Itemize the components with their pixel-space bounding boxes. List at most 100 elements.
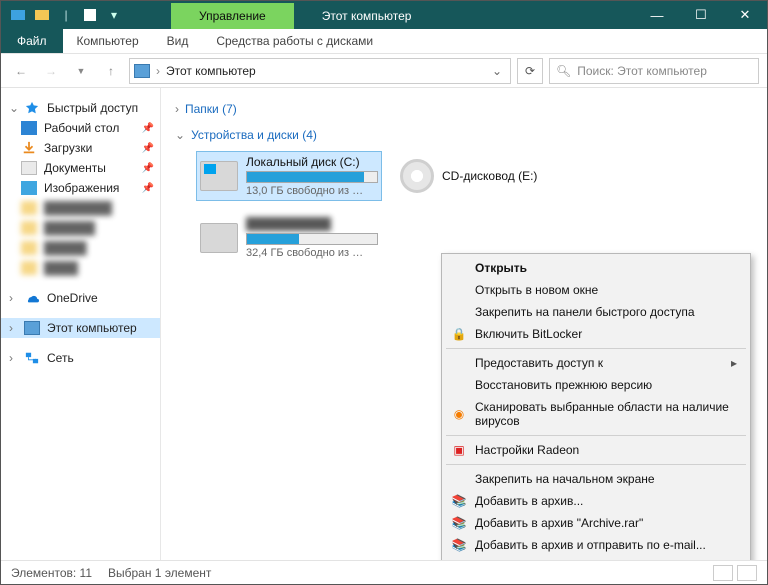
network-icon [24,351,40,365]
pictures-icon [21,181,37,195]
ctx-bitlocker[interactable]: 🔒Включить BitLocker [445,323,747,345]
desktop-icon [21,121,37,135]
address-path: Этот компьютер [166,64,482,78]
nav-this-pc[interactable]: ›Этот компьютер [1,318,160,338]
explorer-window: | ▾ Управление Этот компьютер — ☐ ✕ Файл… [0,0,768,585]
pc-icon [24,321,40,335]
drive-icon [200,161,238,191]
ctx-archive-email[interactable]: 📚Добавить в архив и отправить по e-mail.… [445,534,747,556]
folder-icon [21,241,37,255]
star-icon [24,101,40,115]
winrar-icon: 📚 [451,537,467,553]
pc-icon [134,64,150,78]
nav-onedrive[interactable]: ›OneDrive [1,288,160,308]
nav-up-button[interactable]: ↑ [99,59,123,83]
status-item-count: Элементов: 11 [11,566,92,580]
drive-label: Локальный диск (C:) [246,155,378,169]
folder-icon[interactable] [35,8,49,22]
nav-quick-access[interactable]: ⌄Быстрый доступ [1,98,160,118]
nav-forward-button[interactable]: → [39,59,63,83]
ctx-radeon[interactable]: ▣Настройки Radeon [445,439,747,461]
ribbon-tab-file[interactable]: Файл [1,29,63,53]
context-menu: Открыть Открыть в новом окне Закрепить н… [441,253,751,560]
maximize-button[interactable]: ☐ [679,1,723,29]
ctx-open[interactable]: Открыть [445,257,747,279]
ctx-share[interactable]: Предоставить доступ к▸ [445,352,747,374]
group-folders[interactable]: ›Папки (7) [175,96,753,122]
radeon-icon: ▣ [451,442,467,458]
drives-row: Локальный диск (C:) 13,0 ГБ свободно из … [175,148,753,214]
avast-icon: ◉ [451,406,467,422]
download-icon [21,141,37,155]
ctx-restore[interactable]: Восстановить прежнюю версию [445,374,747,396]
nav-history-dropdown[interactable]: ▼ [69,59,93,83]
nav-downloads[interactable]: Загрузки📌 [1,138,160,158]
ribbon-tab-view[interactable]: Вид [153,29,203,53]
ctx-archive[interactable]: 📚Добавить в архив... [445,490,747,512]
contextual-tab-manage[interactable]: Управление [171,3,294,29]
separator [446,435,746,436]
nav-pictures[interactable]: Изображения📌 [1,178,160,198]
refresh-button[interactable]: ⟳ [517,58,543,84]
drive-label: CD-дисковод (E:) [442,169,578,183]
nav-pinned-folder[interactable]: █████ [1,238,160,258]
folder-icon [21,201,37,215]
separator [446,348,746,349]
content-pane: ›Папки (7) ⌄Устройства и диски (4) Локал… [161,88,767,560]
properties-qat-icon[interactable] [83,8,97,22]
titlebar: | ▾ Управление Этот компьютер — ☐ ✕ [1,1,767,29]
chevron-right-icon: › [156,64,160,78]
ctx-pin-start[interactable]: Закрепить на начальном экране [445,468,747,490]
pin-icon: 📌 [142,163,154,174]
nav-pinned-folder[interactable]: ████████ [1,198,160,218]
chevron-down-icon: ⌄ [175,128,185,142]
group-devices[interactable]: ⌄Устройства и диски (4) [175,122,753,148]
drive-usage-bar [246,171,378,183]
address-bar[interactable]: › Этот компьютер ⌄ [129,58,511,84]
search-placeholder: Поиск: Этот компьютер [577,64,707,78]
pin-icon: 📌 [142,183,154,194]
explorer-icon[interactable] [11,8,25,22]
nav-desktop[interactable]: Рабочий стол📌 [1,118,160,138]
qat-dropdown-icon[interactable]: ▾ [107,8,121,22]
nav-back-button[interactable]: ← [9,59,33,83]
ribbon-tab-disk-tools[interactable]: Средства работы с дисками [202,29,387,53]
search-box[interactable]: 🔍︎ Поиск: Этот компьютер [549,58,759,84]
qat-separator: | [59,8,73,22]
ribbon-tabs: Файл Компьютер Вид Средства работы с дис… [1,29,767,54]
winrar-icon: 📚 [451,515,467,531]
nav-network[interactable]: ›Сеть [1,348,160,368]
drive-c[interactable]: Локальный диск (C:) 13,0 ГБ свободно из … [197,152,381,200]
body: ⌄Быстрый доступ Рабочий стол📌 Загрузки📌 … [1,88,767,560]
minimize-button[interactable]: — [635,1,679,29]
drive-other[interactable]: ██████████ 32,4 ГБ свободно из … [197,214,381,262]
nav-pinned-folder[interactable]: ██████ [1,218,160,238]
bitlocker-icon: 🔒 [451,326,467,342]
status-selection: Выбран 1 элемент [108,566,211,580]
cd-icon [400,159,434,193]
onedrive-icon [24,291,40,305]
pin-icon: 📌 [142,143,154,154]
ribbon-tab-computer[interactable]: Компьютер [63,29,153,53]
ctx-open-new-window[interactable]: Открыть в новом окне [445,279,747,301]
drive-free-text: 13,0 ГБ свободно из … [246,185,378,197]
nav-pane: ⌄Быстрый доступ Рабочий стол📌 Загрузки📌 … [1,88,161,560]
nav-pinned-folder[interactable]: ████ [1,258,160,278]
pin-icon: 📌 [142,123,154,134]
nav-documents[interactable]: Документы📌 [1,158,160,178]
submenu-arrow-icon: ▸ [731,356,737,370]
ctx-scan-virus[interactable]: ◉Сканировать выбранные области на наличи… [445,396,747,432]
view-details-button[interactable] [713,565,733,581]
ctx-pin-quick-access[interactable]: Закрепить на панели быстрого доступа [445,301,747,323]
ctx-archive-rar[interactable]: 📚Добавить в архив "Archive.rar" [445,512,747,534]
address-dropdown-icon[interactable]: ⌄ [488,64,506,78]
drive-label: ██████████ [246,217,378,231]
close-button[interactable]: ✕ [723,1,767,29]
search-icon: 🔍︎ [556,64,571,78]
titlebar-tabs: Управление Этот компьютер [171,1,439,29]
status-bar: Элементов: 11 Выбран 1 элемент [1,560,767,584]
chevron-right-icon: › [175,102,179,116]
view-large-button[interactable] [737,565,757,581]
drive-e-cd[interactable]: CD-дисковод (E:) [397,152,581,200]
ctx-archive-rar-email[interactable]: 📚Добавить в архив "Archive.rar" и отправ… [445,556,747,560]
